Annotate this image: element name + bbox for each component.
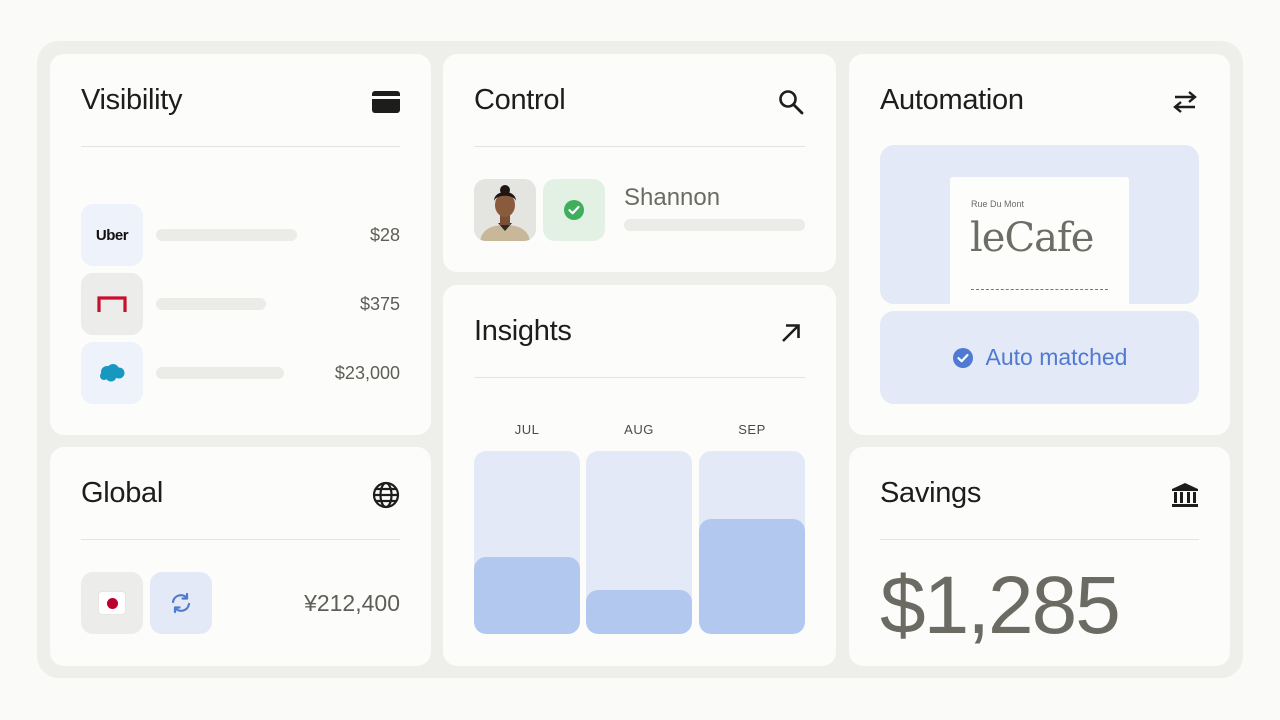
receipt: Rue Du Mont leCafe — [950, 177, 1129, 304]
visibility-card: Visibility Uber $28 $375 $23,000 — [50, 54, 431, 435]
person-detail-bar — [624, 219, 805, 231]
automation-card: Automation Rue Du Mont leCafe Auto match… — [849, 54, 1230, 435]
global-divider — [81, 539, 400, 540]
uber-logo: Uber — [95, 226, 129, 244]
japan-flag-icon — [99, 592, 125, 614]
uber-logo-tile: Uber — [81, 204, 143, 266]
transaction-amount: $375 — [359, 294, 400, 314]
receipt-merchant: leCafe — [970, 215, 1094, 261]
cloud-logo-icon — [100, 364, 125, 382]
salesforce-logo-tile — [81, 342, 143, 404]
auto-matched-badge: Auto matched — [880, 311, 1199, 404]
transaction-bar — [156, 298, 266, 310]
month-column[interactable] — [699, 451, 805, 634]
search-icon[interactable] — [776, 87, 806, 117]
global-title: Global — [81, 477, 164, 509]
currency-convert-tile[interactable] — [150, 572, 212, 634]
check-circle-icon — [952, 347, 973, 368]
insights-divider — [474, 377, 805, 378]
month-label: AUG — [624, 422, 654, 437]
converted-amount: ¥212,400 — [304, 590, 400, 616]
verified-tile — [543, 179, 605, 241]
avatar — [474, 179, 536, 241]
globe-icon[interactable] — [371, 480, 401, 510]
bank-icon[interactable] — [1170, 480, 1200, 510]
receipt-address: Rue Du Mont — [971, 199, 1025, 209]
merchant-logo-tile — [81, 273, 143, 335]
person-name: Shannon — [624, 184, 721, 211]
automation-title: Automation — [880, 84, 1024, 116]
transaction-bar — [156, 367, 284, 379]
visibility-title: Visibility — [81, 84, 183, 116]
receipt-divider — [971, 289, 1108, 290]
month-label: JUL — [514, 422, 540, 437]
swap-arrows-icon[interactable] — [1170, 87, 1200, 117]
global-card: Global ¥212,400 — [50, 447, 431, 666]
control-divider — [474, 146, 805, 147]
transaction-bar — [156, 229, 297, 241]
control-title: Control — [474, 84, 566, 116]
month-bar — [586, 590, 692, 634]
visibility-divider — [81, 146, 400, 147]
transaction-amount: $23,000 — [334, 363, 400, 383]
japan-flag-tile — [81, 572, 143, 634]
savings-amount: $1,285 — [880, 560, 1121, 651]
savings-divider — [880, 539, 1199, 540]
auto-matched-label: Auto matched — [985, 344, 1128, 370]
insights-card: Insights JUL AUG SEP — [443, 285, 836, 666]
control-card: Control Shannon — [443, 54, 836, 272]
savings-title: Savings — [880, 477, 982, 509]
card-icon[interactable] — [371, 87, 401, 117]
refresh-icon — [171, 592, 191, 614]
red-arch-logo-icon — [97, 296, 127, 312]
receipt-preview: Rue Du Mont leCafe — [880, 145, 1199, 304]
month-label: SEP — [738, 422, 766, 437]
arrow-up-right-icon[interactable] — [776, 318, 806, 348]
check-circle-icon — [564, 200, 584, 220]
month-bar — [699, 518, 805, 634]
month-column[interactable] — [474, 451, 580, 634]
savings-card: Savings $1,285 — [849, 447, 1230, 666]
insights-title: Insights — [474, 315, 572, 347]
month-column[interactable] — [586, 451, 692, 634]
month-bar — [474, 557, 580, 634]
transaction-amount: $28 — [369, 225, 400, 245]
